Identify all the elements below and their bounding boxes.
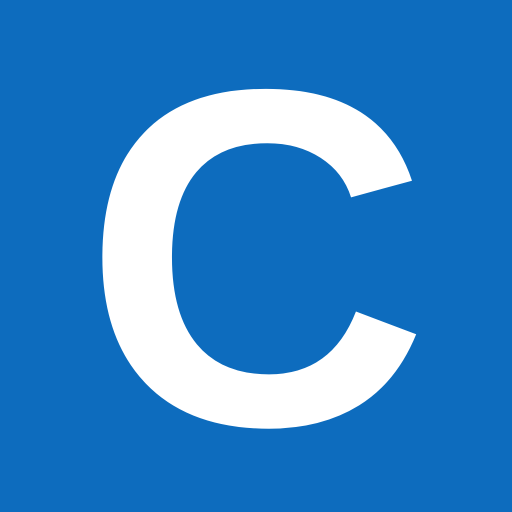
letter-c-glyph: C: [82, 0, 430, 512]
app-icon-tile: C: [0, 0, 512, 512]
